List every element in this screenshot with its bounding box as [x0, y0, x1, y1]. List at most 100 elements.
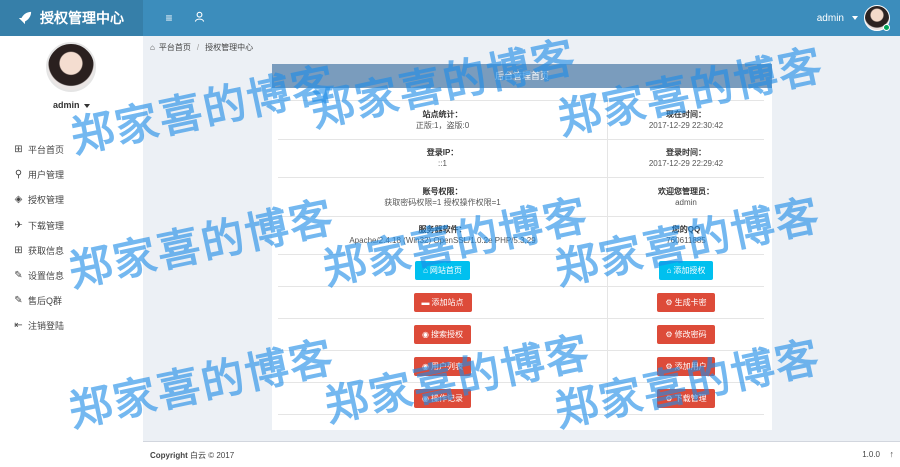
grid-icon: ⊞	[14, 144, 23, 156]
button-label: 用户列表	[430, 362, 463, 371]
user-menu[interactable]: admin	[817, 3, 890, 33]
footer-version: 1.0.0	[862, 450, 880, 459]
info-value: 正版:1，盗版:0	[415, 120, 470, 130]
sidebar-item-download[interactable]: ✈ 下载管理	[13, 213, 138, 238]
sidebar-item-label: 设置信息	[28, 271, 65, 282]
sidebar-username: admin	[52, 100, 80, 110]
info-cell: 欢迎您管理员： admin	[608, 178, 764, 216]
operation-log-button[interactable]: ◉ 操作记录	[414, 389, 471, 408]
button-cell: ⌂ 网站首页	[278, 255, 608, 286]
sidebar-item-home[interactable]: ⊞ 平台首页	[13, 137, 138, 162]
panel-title: 后台管理首页	[272, 64, 772, 88]
user-icon[interactable]	[192, 11, 206, 25]
table-row: 账号权限： 获取密码权限=1 授权操作权限=1 欢迎您管理员： admin	[278, 178, 764, 217]
gear-icon: ⚙	[665, 330, 673, 339]
gear-icon: ⚙	[665, 298, 673, 307]
chevron-down-icon	[852, 16, 858, 20]
user-list-button[interactable]: ◉ 用户列表	[414, 357, 471, 376]
button-cell: ◉ 操作记录	[278, 383, 608, 414]
app-logo[interactable]: 授权管理中心	[0, 0, 143, 36]
sidebar-item-label: 平台首页	[28, 145, 65, 156]
button-label: 添加用户	[674, 362, 707, 371]
info-key: 登录时间：	[666, 148, 706, 158]
breadcrumb-home[interactable]: 平台首页	[159, 42, 191, 53]
info-key: 您的QQ	[671, 225, 701, 235]
info-cell: 服务器软件： Apache/2.4.18 (Win32) OpenSSL/1.0.…	[278, 216, 608, 254]
button-label: 搜索授权	[430, 330, 463, 339]
sidebar: admin ⊞ 平台首页 ⚲ 用户管理 ◈ 授权管理 ✈ 下载管理 ⊞ 获取信息 ✎ 设置信…	[0, 36, 143, 467]
info-value: ::1	[438, 159, 447, 169]
sidebar-item-label: 售后Q群	[28, 296, 63, 307]
sidebar-menu: ⊞ 平台首页 ⚲ 用户管理 ◈ 授权管理 ✈ 下载管理 ⊞ 获取信息 ✎ 设置信息 ✎ 售后Q…	[13, 137, 138, 339]
button-label: 修改密码	[674, 330, 707, 339]
generate-card-button[interactable]: ⚙ 生成卡密	[657, 293, 715, 312]
sidebar-item-logout[interactable]: ⇤ 注销登陆	[13, 313, 138, 338]
button-cell: ⚙ 添加用户	[608, 351, 764, 382]
globe-icon: ◉	[422, 362, 429, 371]
footer: Copyright 白云 © 2017 1.0.0 ↑	[143, 441, 900, 467]
home-icon: ⌂	[150, 43, 155, 52]
sidebar-item-label: 注销登陆	[28, 321, 65, 332]
button-cell: ▬ 添加站点	[278, 287, 608, 318]
sidebar-item-support-group[interactable]: ✎ 售后Q群	[13, 288, 138, 313]
edit-icon: ✎	[14, 270, 23, 282]
sidebar-item-label: 下载管理	[28, 220, 65, 231]
info-value: 2017-12-29 22:30:42	[648, 120, 724, 130]
button-row: ◉ 操作记录 ⚙ 下载管理	[278, 383, 764, 415]
sidebar-item-auth[interactable]: ◈ 授权管理	[13, 187, 138, 212]
breadcrumb-separator: /	[196, 43, 200, 52]
logout-icon: ⇤	[14, 320, 23, 332]
button-cell: ⌂ 添加授权	[608, 255, 764, 286]
add-site-button[interactable]: ▬ 添加站点	[413, 293, 472, 312]
add-user-button[interactable]: ⚙ 添加用户	[657, 357, 715, 376]
chevron-down-icon	[84, 103, 91, 108]
info-cell: 登录时间： 2017-12-29 22:29:42	[608, 140, 764, 178]
dashboard-panel: 后台管理首页 站点统计： 正版:1，盗版:0 现在时间： 2017-12-29 22…	[272, 64, 772, 430]
sidebar-item-info[interactable]: ⊞ 获取信息	[13, 238, 138, 263]
button-cell: ⚙ 生成卡密	[608, 287, 764, 318]
info-key: 站点统计：	[422, 109, 463, 119]
user-icon: ⚲	[14, 169, 23, 181]
button-cell: ⚙ 下载管理	[608, 383, 764, 414]
bars-icon[interactable]: ≡	[162, 11, 176, 25]
button-cell: ◉ 搜索授权	[278, 319, 608, 350]
button-label: 下载管理	[674, 394, 707, 403]
button-label: 网站首页	[429, 266, 462, 275]
button-label: 操作记录	[430, 394, 463, 403]
info-key: 服务器软件：	[418, 225, 467, 235]
site-home-button[interactable]: ⌂ 网站首页	[415, 261, 470, 280]
sidebar-user[interactable]: admin	[0, 100, 143, 110]
download-icon: ✈	[14, 219, 23, 231]
info-key: 账号权限：	[422, 186, 463, 196]
sidebar-item-users[interactable]: ⚲ 用户管理	[13, 162, 138, 187]
table-row: 站点统计： 正版:1，盗版:0 现在时间： 2017-12-29 22:30:42	[278, 101, 764, 140]
sidebar-avatar	[46, 42, 96, 92]
folder-icon: ▬	[421, 298, 430, 307]
download-manage-button[interactable]: ⚙ 下载管理	[657, 389, 715, 408]
home-icon: ⌂	[666, 266, 672, 275]
change-password-button[interactable]: ⚙ 修改密码	[657, 325, 715, 344]
button-row: ◉ 搜索授权 ⚙ 修改密码	[278, 319, 764, 351]
footer-brand: Copyright	[150, 451, 188, 460]
info-value: 获取密码权限=1 授权操作权限=1	[384, 197, 501, 207]
globe-icon: ◉	[422, 394, 429, 403]
button-row: ◉ 用户列表 ⚙ 添加用户	[278, 351, 764, 383]
breadcrumb-current: 授权管理中心	[205, 43, 254, 52]
sidebar-item-label: 授权管理	[28, 195, 65, 206]
search-auth-button[interactable]: ◉ 搜索授权	[414, 325, 471, 344]
button-row: ▬ 添加站点 ⚙ 生成卡密	[278, 287, 764, 319]
home-icon: ⌂	[423, 266, 428, 275]
info-cell: 登录IP：::1	[278, 139, 608, 177]
info-value: Apache/2.4.18 (Win32) OpenSSL/1.0.2e PHP…	[349, 236, 536, 246]
gear-icon: ⚙	[665, 362, 673, 371]
add-auth-button[interactable]: ⌂ 添加授权	[658, 261, 714, 280]
info-cell: 站点统计： 正版:1，盗版:0	[278, 101, 608, 139]
sidebar-item-settings[interactable]: ✎ 设置信息	[13, 263, 138, 288]
info-cell: 账号权限： 获取密码权限=1 授权操作权限=1	[278, 178, 608, 216]
arrow-up-icon[interactable]: ↑	[890, 449, 895, 459]
info-key: 现在时间：	[666, 109, 706, 119]
table-row: 登录IP：::1 登录时间： 2017-12-29 22:29:42	[278, 139, 764, 178]
app-title: 授权管理中心	[40, 10, 124, 26]
footer-copyright-text: 白云 © 2017	[190, 451, 235, 460]
globe-icon: ◉	[422, 330, 429, 339]
